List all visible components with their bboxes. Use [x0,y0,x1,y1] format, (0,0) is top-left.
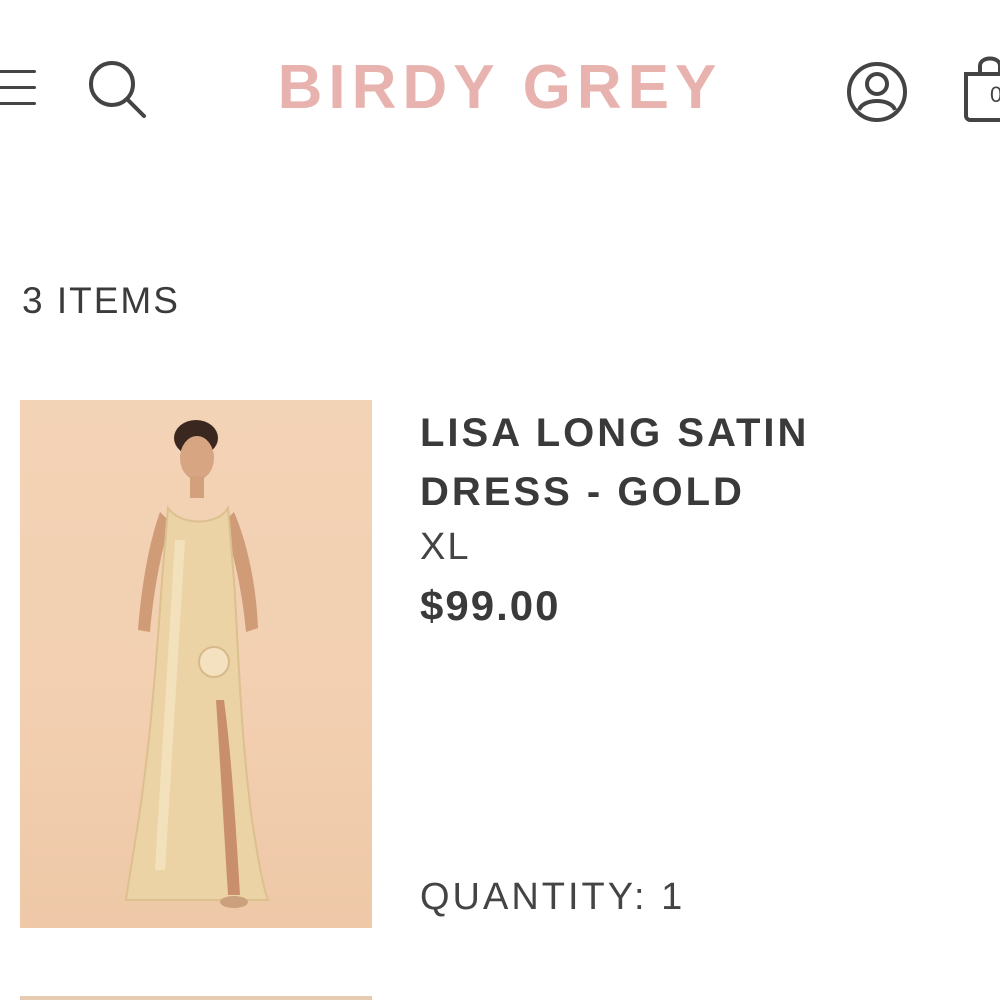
product-size: XL [420,526,471,568]
quantity-value: 1 [661,876,686,918]
account-button[interactable] [845,60,909,124]
model-wearing-dress-photo [124,420,270,908]
product-quantity: QUANTITY: 1 [420,876,685,919]
product-price: $99.00 [420,582,561,629]
product-image[interactable] [20,400,372,928]
account-icon [847,62,907,122]
cart-count-badge: 0 [990,82,1000,107]
cart-page: BIRDY GREY 0 3 ITEMS LISA LONG SATIN DRE… [0,0,1000,1000]
quantity-label: QUANTITY: [420,876,648,918]
next-product-image-edge [20,996,372,1000]
product-name[interactable]: LISA LONG SATIN DRESS - GOLD [420,404,940,522]
cart-button[interactable]: 0 [960,50,1000,126]
cart-items-count: 3 ITEMS [22,280,180,321]
site-header: BIRDY GREY 0 [0,0,1000,180]
